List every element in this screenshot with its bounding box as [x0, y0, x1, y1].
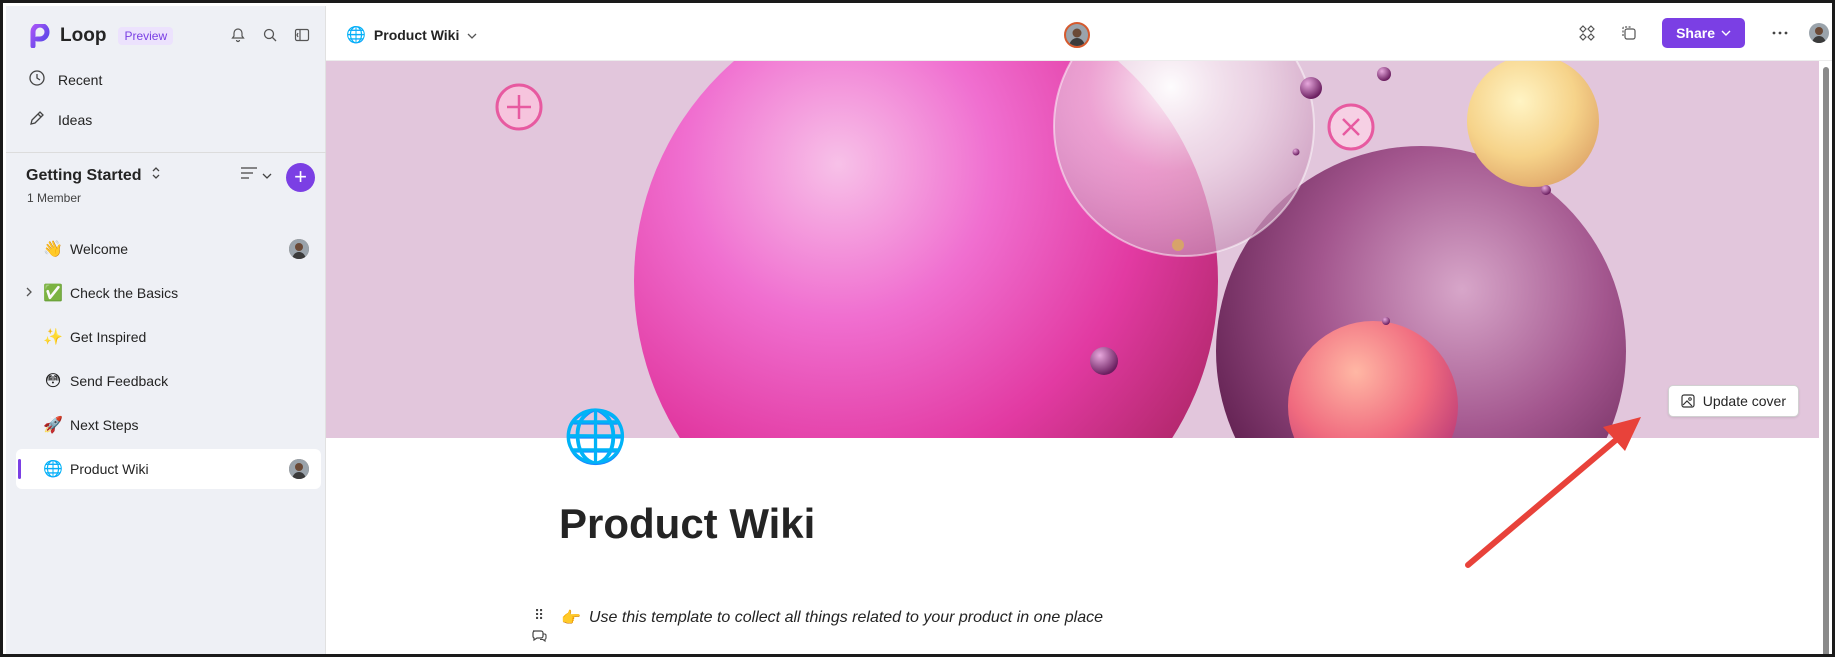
globe-emoji-icon: 🌐	[43, 461, 63, 478]
close-bubble-icon	[1327, 103, 1375, 151]
page-item-label: Next Steps	[70, 417, 139, 433]
chevron-down-icon	[262, 167, 272, 185]
page-item-label: Product Wiki	[70, 461, 149, 477]
page-item-label: Check the Basics	[70, 285, 179, 301]
drag-handle-icon[interactable]: ⠿	[534, 607, 544, 624]
collaborator-avatar[interactable]	[1064, 22, 1090, 48]
wave-emoji-icon: 👋	[43, 241, 63, 258]
user-avatar[interactable]	[1809, 23, 1829, 43]
update-cover-button[interactable]: Update cover	[1667, 385, 1799, 417]
scrollbar-thumb[interactable]	[1823, 67, 1829, 654]
avatar	[289, 459, 309, 479]
page-item-check-the-basics[interactable]: ✅ Check the Basics	[16, 273, 321, 313]
sparkles-emoji-icon: ✨	[43, 329, 63, 346]
workspace-members: 1 Member	[27, 191, 82, 205]
chevron-right-icon[interactable]	[25, 286, 33, 301]
nav-recent-label: Recent	[58, 71, 103, 88]
bell-icon[interactable]	[229, 26, 247, 44]
breadcrumb[interactable]: 🌐 Product Wiki	[346, 25, 477, 45]
more-options-icon[interactable]	[1771, 24, 1789, 42]
check-emoji-icon: ✅	[43, 285, 63, 302]
copy-page-icon[interactable]	[1620, 24, 1638, 42]
page-item-product-wiki[interactable]: 🌐 Product Wiki	[16, 449, 321, 489]
page-item-next-steps[interactable]: 🚀 Next Steps	[16, 405, 321, 445]
page-header: 🌐 Product Wiki Share	[326, 6, 1832, 61]
cover-artwork	[326, 61, 1819, 438]
sidebar-top-icons	[229, 26, 311, 44]
share-label: Share	[1676, 25, 1715, 41]
page-item-get-inspired[interactable]: ✨ Get Inspired	[16, 317, 321, 357]
brand[interactable]: Loop Preview	[28, 22, 174, 49]
divider-line	[559, 654, 1584, 656]
nav-ideas-label: Ideas	[58, 111, 93, 128]
sort-options-button[interactable]	[240, 166, 272, 185]
sidebar: Loop Preview Recent Ideas Getting Starte…	[6, 6, 326, 654]
description-text: Use this template to collect all things …	[588, 609, 1103, 626]
face-emoji-icon: 😳	[44, 373, 62, 390]
app-name: Loop	[60, 25, 107, 46]
preview-badge: Preview	[118, 27, 174, 45]
template-description[interactable]: 👉 Use this template to collect all thing…	[561, 608, 1103, 628]
list-icon	[240, 166, 258, 185]
page-title[interactable]: Product Wiki	[559, 500, 815, 548]
pen-icon	[28, 109, 46, 130]
avatar	[289, 239, 309, 259]
page-scrollbar[interactable]	[1819, 61, 1832, 654]
page-item-welcome[interactable]: 👋 Welcome	[16, 229, 321, 269]
page-item-label: Send Feedback	[70, 373, 169, 389]
sidebar-divider	[6, 152, 326, 153]
breadcrumb-title: Product Wiki	[373, 27, 460, 43]
nav-ideas[interactable]: Ideas	[28, 109, 92, 130]
pointing-hand-emoji-icon: 👉	[561, 610, 581, 627]
globe-icon: 🌐	[346, 27, 366, 44]
collapse-sidebar-icon[interactable]	[293, 26, 311, 44]
workspace-title[interactable]: Getting Started	[26, 166, 162, 185]
header-actions: Share	[1578, 18, 1832, 48]
add-page-button[interactable]: +	[286, 163, 315, 192]
page-icon[interactable]: 🌐	[563, 411, 628, 463]
workspace-title-text: Getting Started	[26, 166, 142, 184]
nav-recent[interactable]: Recent	[28, 69, 102, 90]
loop-logo-icon	[28, 22, 52, 49]
plus-bubble-icon	[495, 83, 543, 131]
app-window: Loop Preview Recent Ideas Getting Starte…	[0, 0, 1835, 657]
update-cover-label: Update cover	[1702, 393, 1786, 409]
share-button[interactable]: Share	[1662, 18, 1745, 48]
page-item-label: Welcome	[70, 241, 129, 257]
cover-image: Update cover	[326, 61, 1819, 438]
chevron-updown-icon	[150, 166, 162, 185]
chevron-down-icon	[1721, 30, 1731, 36]
rocket-emoji-icon: 🚀	[43, 417, 63, 434]
clock-icon	[28, 69, 46, 90]
chevron-down-icon	[467, 27, 477, 43]
components-icon[interactable]	[1578, 24, 1596, 42]
search-icon[interactable]	[261, 26, 279, 44]
page-item-send-feedback[interactable]: 😳 Send Feedback	[16, 361, 321, 401]
image-icon	[1681, 394, 1695, 408]
page-item-label: Get Inspired	[70, 329, 147, 345]
comment-icon[interactable]	[531, 629, 547, 648]
